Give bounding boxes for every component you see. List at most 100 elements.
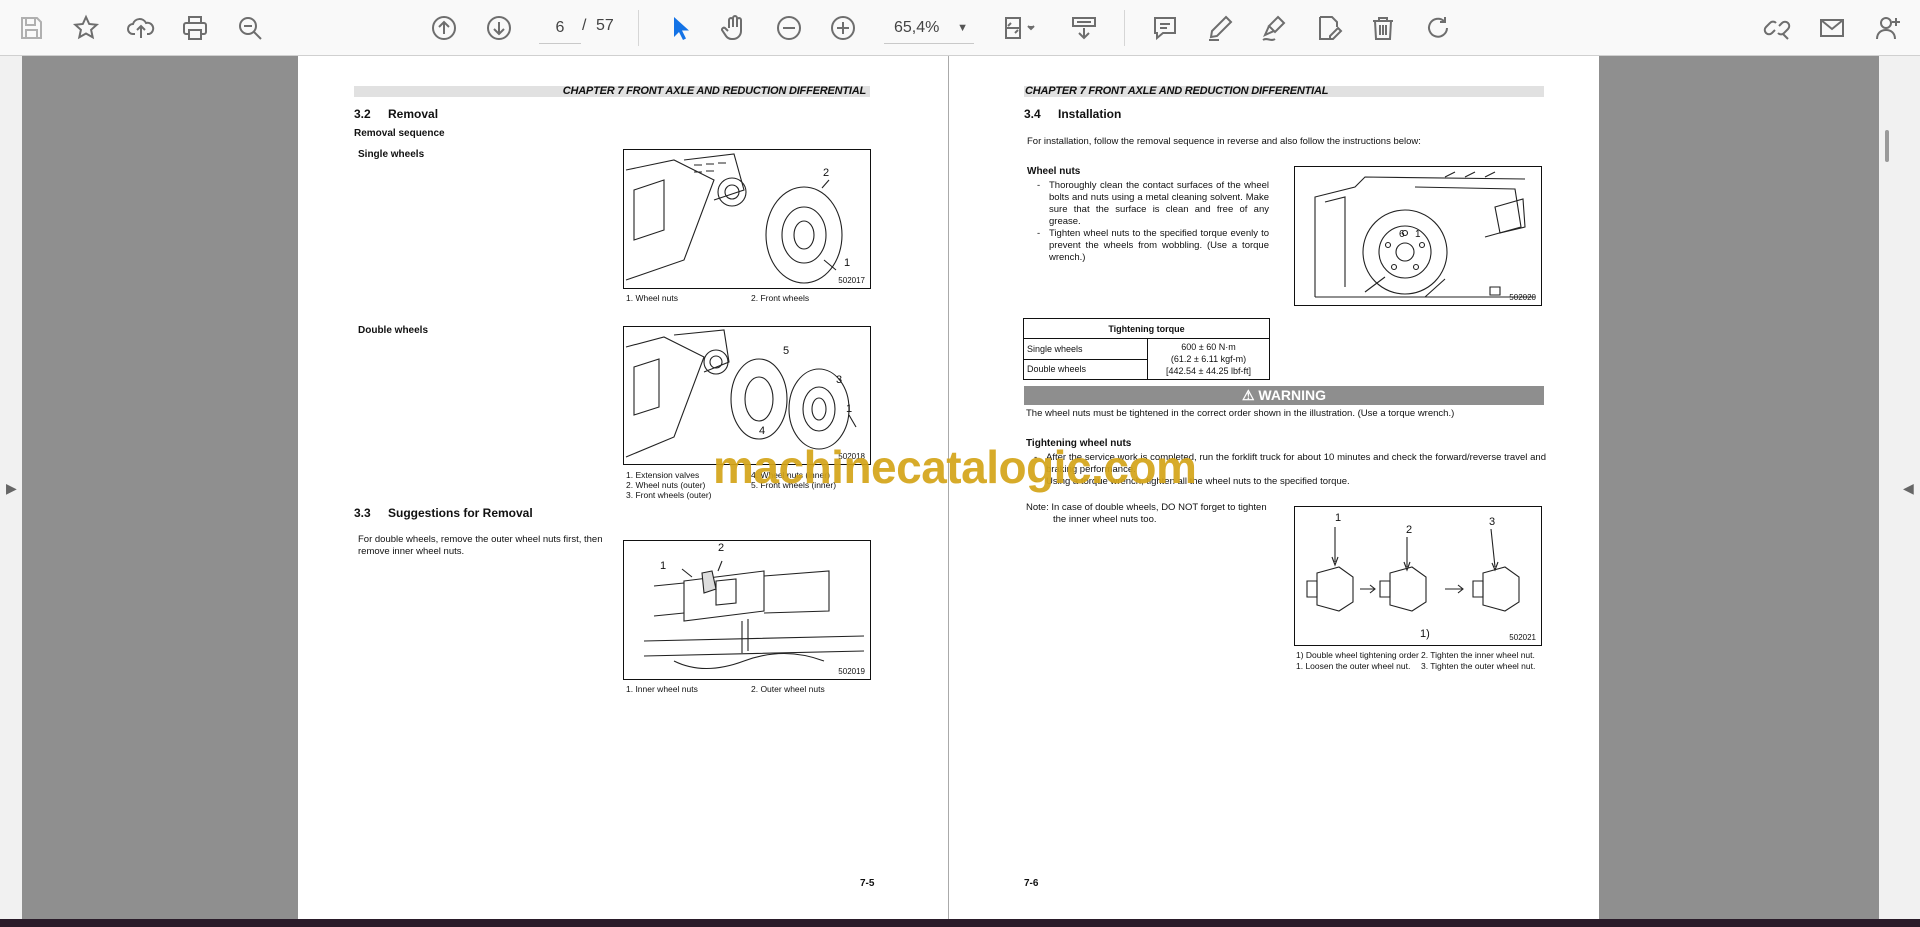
torque-value-lbf: [442.54 ± 44.25 lbf-ft] bbox=[1166, 366, 1251, 376]
email-icon[interactable] bbox=[1812, 8, 1852, 48]
vertical-scrollbar-thumb[interactable] bbox=[1885, 130, 1889, 162]
section-title: Suggestions for Removal bbox=[388, 506, 533, 520]
expand-left-panel-icon[interactable]: ▶ bbox=[6, 480, 17, 497]
double-wheels-label: Double wheels bbox=[358, 325, 429, 336]
warning-banner: ⚠ WARNING bbox=[1024, 386, 1544, 405]
chapter-header: CHAPTER 7 FRONT AXLE AND REDUCTION DIFFE… bbox=[354, 86, 870, 97]
chapter-header: CHAPTER 7 FRONT AXLE AND REDUCTION DIFFE… bbox=[1024, 86, 1544, 97]
zoom-search-icon[interactable] bbox=[230, 8, 270, 48]
removal-sequence-label: Removal sequence bbox=[354, 128, 445, 139]
select-cursor-icon[interactable] bbox=[660, 8, 700, 48]
torque-value-cell: 600 ± 60 N·m (61.2 ± 6.11 kgf-m) [442.54… bbox=[1147, 338, 1270, 380]
main-toolbar: / 57 65,4% ▼ bbox=[0, 0, 1920, 56]
page-number: 7-6 bbox=[1024, 878, 1039, 889]
page-down-icon[interactable] bbox=[479, 8, 519, 48]
section-heading-suggestions: 3.3 Suggestions for Removal bbox=[354, 506, 533, 520]
taskbar-edge bbox=[0, 919, 1920, 927]
figure-caption: 2. Outer wheel nuts bbox=[751, 684, 825, 694]
torque-value-kgf: (61.2 ± 6.11 kgf-m) bbox=[1170, 354, 1247, 364]
figure-caption: 3. Front wheels (outer) bbox=[626, 490, 712, 500]
callout-2: 2 bbox=[823, 167, 830, 179]
figure-code: 502021 bbox=[1509, 633, 1536, 642]
section-number: 3.2 bbox=[354, 107, 371, 121]
callout-2: 2 bbox=[1406, 524, 1413, 536]
torque-row-label: Double wheels bbox=[1023, 358, 1148, 380]
callout-6: 6 bbox=[1399, 229, 1405, 240]
figure-code: 502017 bbox=[838, 276, 865, 285]
figure-wheel-nuts: 1 2 502019 bbox=[623, 540, 871, 680]
bookmark-star-icon[interactable] bbox=[66, 8, 106, 48]
section-number: 3.3 bbox=[354, 506, 371, 520]
fit-page-icon[interactable] bbox=[996, 8, 1044, 48]
figure-caption: 2. Wheel nuts (outer) bbox=[626, 480, 706, 490]
zoom-level-value: 65,4% bbox=[894, 18, 940, 36]
zoom-level-dropdown[interactable]: 65,4% ▼ bbox=[884, 12, 974, 44]
figure-sub-label: 1) bbox=[1420, 628, 1430, 640]
zoom-out-icon[interactable] bbox=[769, 8, 809, 48]
torque-row-label: Single wheels bbox=[1023, 338, 1148, 360]
callout-4: 4 bbox=[759, 425, 766, 437]
redo-icon[interactable] bbox=[1419, 8, 1459, 48]
callout-1: 1 bbox=[844, 257, 851, 269]
figure-caption: 1. Inner wheel nuts bbox=[626, 684, 698, 694]
figure-caption: 1. Loosen the outer wheel nut. bbox=[1296, 661, 1411, 671]
watermark: machinecatalogic.com bbox=[713, 441, 1197, 493]
figure-caption: 3. Tighten the outer wheel nut. bbox=[1421, 661, 1536, 671]
comment-icon[interactable] bbox=[1145, 8, 1185, 48]
hand-tool-icon[interactable] bbox=[714, 8, 754, 48]
callout-2: 2 bbox=[718, 542, 725, 554]
scroll-mode-icon[interactable] bbox=[1064, 8, 1104, 48]
list-item: Thoroughly clean the contact surfaces of… bbox=[1037, 180, 1269, 228]
page-number: 7-5 bbox=[860, 878, 875, 889]
figure-caption: 2. Front wheels bbox=[751, 293, 810, 303]
figure-caption: 1. Wheel nuts bbox=[626, 293, 678, 303]
single-wheel-illustration bbox=[625, 153, 843, 284]
delete-icon[interactable] bbox=[1363, 8, 1403, 48]
save-icon[interactable] bbox=[11, 8, 51, 48]
page-total: 57 bbox=[596, 17, 614, 34]
note-text: Note: In case of double wheels, DO NOT f… bbox=[1026, 502, 1267, 525]
callout-1: 1 bbox=[1335, 512, 1342, 524]
warning-text: The wheel nuts must be tightened in the … bbox=[1026, 408, 1455, 419]
callout-1: 1 bbox=[846, 403, 853, 415]
wheel-nuts-list: Thoroughly clean the contact surfaces of… bbox=[1037, 180, 1269, 264]
torque-value-nm: 600 ± 60 N·m bbox=[1181, 342, 1236, 352]
figure-caption: 2. Tighten the inner wheel nut. bbox=[1421, 650, 1535, 660]
sign-icon[interactable] bbox=[1254, 8, 1294, 48]
figure-code: 502019 bbox=[838, 667, 865, 676]
section-title: Installation bbox=[1058, 107, 1122, 121]
callout-1: 1 bbox=[1415, 229, 1421, 240]
torque-table: Tightening torque Single wheels 600 ± 60… bbox=[1023, 318, 1270, 380]
callout-3: 3 bbox=[836, 374, 843, 386]
wheel-nuts-heading: Wheel nuts bbox=[1027, 166, 1081, 177]
torque-table-header: Tightening torque bbox=[1023, 318, 1270, 339]
installation-intro: For installation, follow the removal seq… bbox=[1027, 136, 1421, 147]
figure-code: 502020 bbox=[1509, 293, 1536, 302]
page-up-icon[interactable] bbox=[424, 8, 464, 48]
print-icon[interactable] bbox=[175, 8, 215, 48]
list-item: Tighten wheel nuts to the specified torq… bbox=[1037, 228, 1269, 264]
figure-single-wheel-removal: 2 1 502017 bbox=[623, 149, 871, 289]
share-link-icon[interactable] bbox=[1757, 8, 1797, 48]
callout-1: 1 bbox=[660, 560, 667, 572]
page-number-input[interactable] bbox=[539, 12, 581, 44]
edit-doc-icon[interactable] bbox=[1309, 8, 1349, 48]
section-heading-removal: 3.2 Removal bbox=[354, 107, 438, 121]
chevron-down-icon: ▼ bbox=[957, 21, 968, 34]
toolbar-divider bbox=[638, 10, 639, 46]
section-title: Removal bbox=[388, 107, 439, 121]
section-number: 3.4 bbox=[1024, 107, 1041, 121]
figure-wheel-installed: 6 1 502020 bbox=[1294, 166, 1542, 306]
single-wheels-label: Single wheels bbox=[358, 149, 425, 160]
suggestions-paragraph: For double wheels, remove the outer whee… bbox=[358, 534, 603, 557]
upload-cloud-icon[interactable] bbox=[121, 8, 161, 48]
page-separator: / bbox=[582, 17, 587, 34]
figure-caption: 1. Extension valves bbox=[626, 470, 700, 480]
zoom-in-icon[interactable] bbox=[823, 8, 863, 48]
figure-tightening-order: 1 2 3 1) 502021 bbox=[1294, 506, 1542, 646]
highlight-pen-icon[interactable] bbox=[1200, 8, 1240, 48]
toolbar-divider bbox=[1124, 10, 1125, 46]
add-user-icon[interactable] bbox=[1868, 8, 1908, 48]
callout-3: 3 bbox=[1489, 516, 1496, 528]
expand-right-panel-icon[interactable]: ◀ bbox=[1903, 480, 1914, 497]
